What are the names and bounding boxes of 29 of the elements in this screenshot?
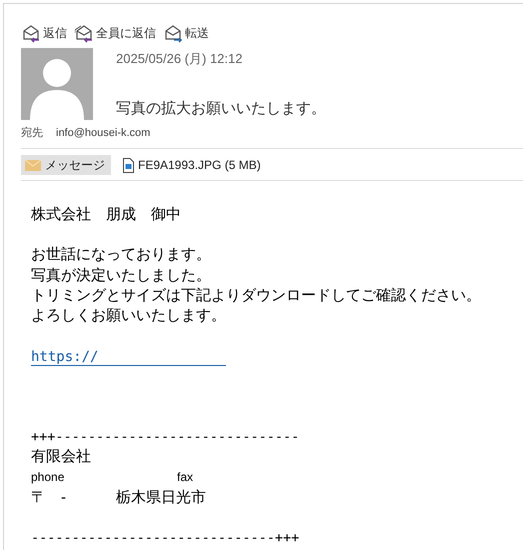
signature-text: 〒 bbox=[31, 488, 47, 508]
body-text-line: 株式会社 朋成 御中 bbox=[31, 205, 181, 225]
signature-separator: +++------------------------------ bbox=[31, 429, 300, 446]
forward-button[interactable]: 転送 bbox=[164, 24, 209, 42]
envelope-icon bbox=[22, 24, 40, 42]
avatar-icon bbox=[21, 48, 93, 120]
attachment-tab[interactable]: FE9A1993.JPG (5 MB) bbox=[119, 155, 267, 175]
signature-text: - bbox=[61, 488, 67, 508]
envelope-icon bbox=[164, 24, 182, 42]
image-file-icon bbox=[123, 158, 134, 172]
download-link[interactable]: https:// bbox=[31, 349, 226, 366]
message-tab[interactable]: メッセージ bbox=[21, 155, 111, 175]
reply-all-button[interactable]: 全員に返信 bbox=[75, 24, 156, 42]
subject-text: 写真の拡大お願いいたします。 bbox=[116, 98, 326, 118]
body-text-line: トリミングとサイズは下記よりダウンロードしてご確認ください。 bbox=[31, 286, 481, 306]
body-text-line: 有限会社 bbox=[31, 447, 91, 468]
signature-text: phone bbox=[31, 469, 66, 486]
signature-text: 栃木県日光市 bbox=[116, 488, 206, 508]
reply-button[interactable]: 返信 bbox=[22, 24, 67, 42]
body-text-line: 写真が決定いたしました。 bbox=[31, 266, 211, 286]
signature-separator: ------------------------------+++ bbox=[31, 530, 300, 546]
envelope-icon bbox=[25, 160, 41, 170]
envelope-icon bbox=[75, 24, 93, 42]
to-label: 宛先 bbox=[21, 126, 43, 141]
body-text-line: よろしくお願いいたします。 bbox=[31, 306, 226, 326]
body-text-line: お世話になっております。 bbox=[31, 245, 211, 266]
recipient-address: info@housei-k.com bbox=[56, 126, 150, 141]
date-text: 2025/05/26 (月) 12:12 bbox=[116, 50, 244, 68]
signature-text: fax bbox=[177, 469, 194, 486]
